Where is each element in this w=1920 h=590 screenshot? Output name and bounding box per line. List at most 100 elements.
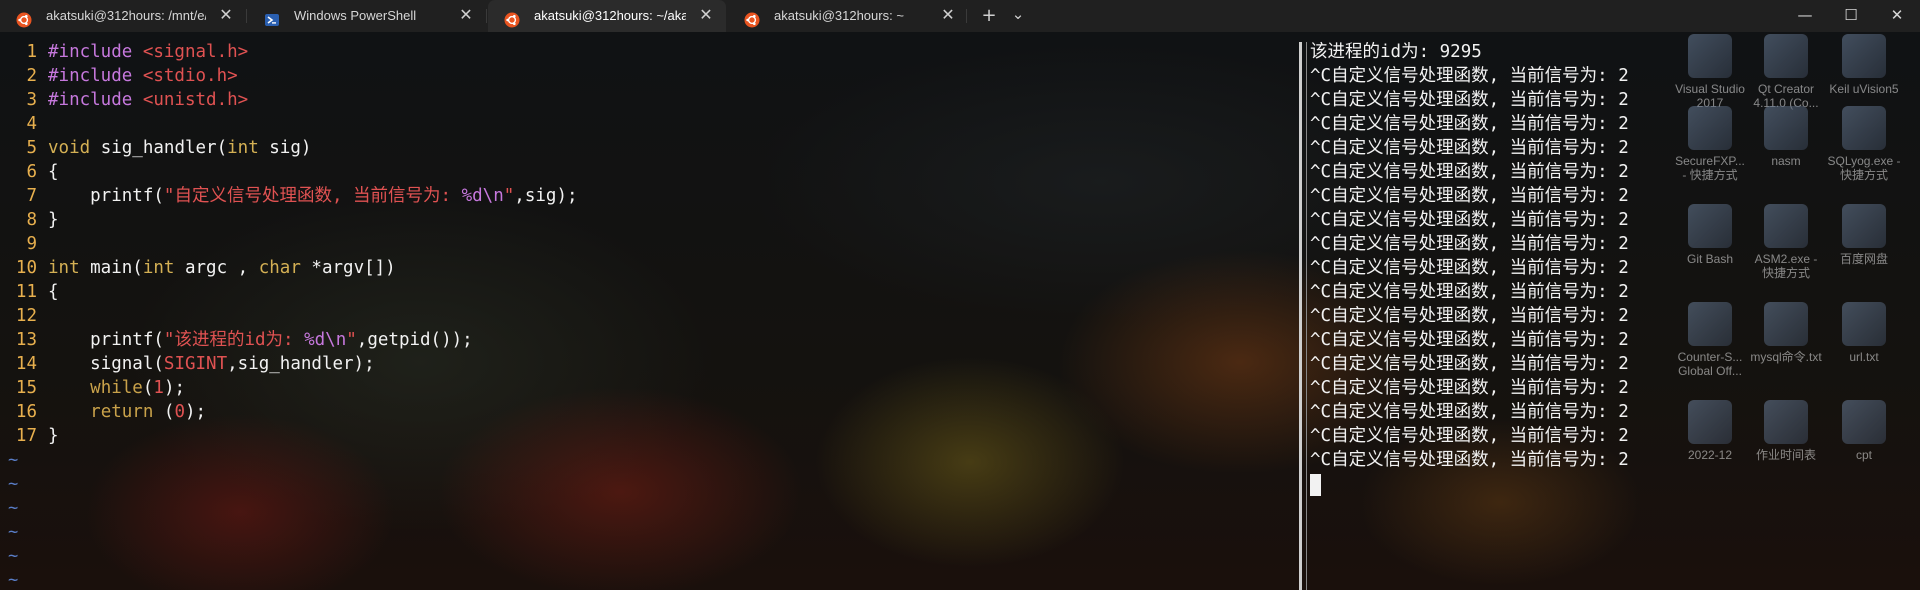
line-number: 9 bbox=[26, 234, 37, 254]
desktop-icon: nasm bbox=[1748, 106, 1824, 168]
code-line: 9 bbox=[0, 232, 1290, 256]
output-line: ^C自定义信号处理函数, 当前信号为: 2 bbox=[1310, 378, 1629, 398]
desktop-app-icon bbox=[1764, 400, 1808, 444]
ubuntu-icon-graphic bbox=[744, 12, 760, 28]
empty-line-marker: ~ bbox=[8, 450, 19, 470]
code-line: 16 return (0); bbox=[0, 400, 1290, 424]
code-line: 5 void sig_handler(int sig) bbox=[0, 136, 1290, 160]
code-token: "自定义信号处理函数, 当前信号为: bbox=[163, 186, 462, 206]
desktop-icon-label: mysql命令.txt bbox=[1750, 350, 1822, 364]
ubuntu-icon-graphic bbox=[504, 12, 520, 28]
code-token: ( bbox=[153, 402, 175, 422]
desktop-app-icon bbox=[1764, 204, 1808, 248]
ubuntu-icon-graphic bbox=[16, 12, 32, 28]
code-text: printf("该进程的id为: %d\n",getpid()); bbox=[48, 328, 473, 352]
line-number: 15 bbox=[15, 378, 37, 398]
tab-separator bbox=[966, 9, 967, 23]
code-token: ,sig_handler); bbox=[227, 354, 375, 374]
tab-4[interactable]: akatsuki@312hours: ~ ✕ bbox=[728, 0, 968, 32]
desktop-icon-label: SQLyog.exe - 快捷方式 bbox=[1827, 154, 1901, 182]
code-token: *argv[]) bbox=[300, 258, 396, 278]
code-token: argc , bbox=[174, 258, 259, 278]
code-token: 0 bbox=[174, 402, 185, 422]
chevron-down-icon[interactable]: ⌄ bbox=[1004, 0, 1032, 32]
desktop-icon: Qt Creator 4.11.0 (Co... bbox=[1748, 34, 1824, 110]
desktop-icon: ASM2.exe - 快捷方式 bbox=[1748, 204, 1824, 280]
powershell-icon bbox=[264, 8, 280, 26]
tab-title: Windows PowerShell bbox=[294, 8, 417, 23]
close-icon[interactable]: ✕ bbox=[218, 0, 234, 32]
code-token: { bbox=[48, 162, 59, 182]
empty-line-marker: ~ bbox=[8, 474, 19, 494]
powershell-icon-graphic bbox=[265, 14, 279, 26]
pane-divider[interactable] bbox=[1299, 42, 1302, 590]
desktop-icon: Counter-S... Global Off... bbox=[1672, 302, 1748, 378]
code-token: main( bbox=[79, 258, 143, 278]
line-number: 10 bbox=[15, 258, 37, 278]
empty-line-marker: ~ bbox=[8, 570, 19, 590]
desktop-icon: mysql命令.txt bbox=[1748, 302, 1824, 364]
terminal-content-area: Visual Studio 2017 Qt Creator 4.11.0 (Co.… bbox=[0, 32, 1920, 590]
line-number: 17 bbox=[15, 426, 37, 446]
desktop-icon-label: nasm bbox=[1771, 154, 1801, 168]
empty-line-marker: ~ bbox=[8, 522, 19, 542]
line-number: 8 bbox=[26, 210, 37, 230]
line-number: 13 bbox=[15, 330, 37, 350]
tab-3[interactable]: akatsuki@312hours: ~/akatsu ✕ bbox=[488, 0, 726, 32]
terminal-cursor bbox=[1310, 474, 1321, 496]
desktop-icon-label: ASM2.exe - 快捷方式 bbox=[1754, 252, 1818, 280]
desktop-app-icon bbox=[1842, 302, 1886, 346]
vim-editor-pane[interactable]: 1 #include <signal.h> 2 #include <stdio.h> 3… bbox=[0, 40, 1295, 590]
desktop-icon: Git Bash bbox=[1672, 204, 1748, 266]
output-line: ^C自定义信号处理函数, 当前信号为: 2 bbox=[1310, 234, 1629, 254]
code-token: signal( bbox=[48, 354, 164, 374]
code-token: char bbox=[258, 258, 301, 278]
code-token: ,getpid()); bbox=[356, 330, 473, 350]
code-text: #include <unistd.h> bbox=[48, 88, 248, 112]
desktop-app-icon bbox=[1764, 302, 1808, 346]
line-number: 7 bbox=[26, 186, 37, 206]
minimize-button[interactable]: — bbox=[1782, 0, 1828, 32]
code-text: #include <stdio.h> bbox=[48, 64, 238, 88]
output-line: ^C自定义信号处理函数, 当前信号为: 2 bbox=[1310, 450, 1629, 470]
desktop-icon: SecureFXP... - 快捷方式 bbox=[1672, 106, 1748, 182]
code-token: " bbox=[346, 330, 357, 350]
tab-title: akatsuki@312hours: /mnt/e/gi bbox=[46, 8, 206, 23]
close-icon[interactable]: ✕ bbox=[940, 0, 956, 32]
desktop-icon-label: SecureFXP... - 快捷方式 bbox=[1675, 154, 1745, 182]
output-line: ^C自定义信号处理函数, 当前信号为: 2 bbox=[1310, 258, 1629, 278]
desktop-icon: cpt bbox=[1826, 400, 1902, 462]
code-line: 17} bbox=[0, 424, 1290, 448]
desktop-app-icon bbox=[1764, 106, 1808, 150]
code-token: "该进程的id为: bbox=[163, 330, 305, 350]
close-window-button[interactable]: ✕ bbox=[1874, 0, 1920, 32]
code-token: #include bbox=[48, 42, 143, 62]
desktop-icon-label: url.txt bbox=[1849, 350, 1879, 364]
output-line: ^C自定义信号处理函数, 当前信号为: 2 bbox=[1310, 66, 1629, 86]
close-icon[interactable]: ✕ bbox=[458, 0, 474, 32]
code-token: sig) bbox=[258, 138, 312, 158]
code-token: printf( bbox=[48, 330, 164, 350]
line-number: 3 bbox=[26, 90, 37, 110]
maximize-button[interactable]: ☐ bbox=[1828, 0, 1874, 32]
desktop-app-icon bbox=[1842, 400, 1886, 444]
desktop-icon-label: 百度网盘 bbox=[1839, 252, 1888, 266]
code-token: ); bbox=[185, 402, 207, 422]
code-text: printf("自定义信号处理函数, 当前信号为: %d\n",sig); bbox=[48, 184, 577, 208]
tab-1[interactable]: akatsuki@312hours: /mnt/e/gi ✕ bbox=[0, 0, 246, 32]
code-text: } bbox=[48, 424, 59, 448]
output-line: ^C自定义信号处理函数, 当前信号为: 2 bbox=[1310, 330, 1629, 350]
code-text: } bbox=[48, 208, 59, 232]
new-tab-button[interactable]: + bbox=[975, 0, 1003, 32]
tab-2[interactable]: Windows PowerShell ✕ bbox=[248, 0, 486, 32]
code-line: 8} bbox=[0, 208, 1290, 232]
ubuntu-icon bbox=[504, 8, 520, 28]
code-text: void sig_handler(int sig) bbox=[48, 136, 311, 160]
code-token: int bbox=[227, 138, 259, 158]
output-line: ^C自定义信号处理函数, 当前信号为: 2 bbox=[1310, 162, 1629, 182]
desktop-icon-label: 作业时间表 bbox=[1755, 448, 1816, 462]
close-icon[interactable]: ✕ bbox=[698, 0, 714, 32]
code-text: signal(SIGINT,sig_handler); bbox=[48, 352, 375, 376]
output-line: 该进程的id为: 9295 bbox=[1310, 42, 1482, 62]
